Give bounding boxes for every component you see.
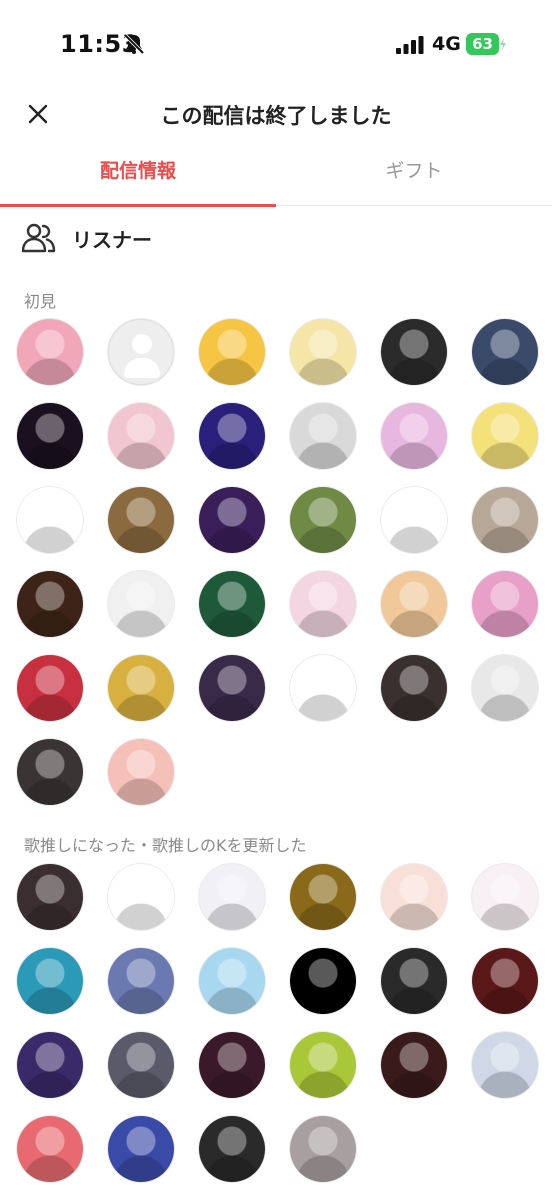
avatar[interactable]: [17, 403, 83, 469]
avatar[interactable]: [381, 487, 447, 553]
avatar[interactable]: [17, 948, 83, 1014]
avatar[interactable]: [381, 864, 447, 930]
avatar[interactable]: [381, 948, 447, 1014]
section-oshi-label: 歌推しになった・歌推しのKを更新した: [24, 836, 307, 855]
avatar[interactable]: [290, 487, 356, 553]
avatar[interactable]: [199, 319, 265, 385]
avatar[interactable]: [17, 864, 83, 930]
avatar[interactable]: [381, 655, 447, 721]
avatar[interactable]: [17, 1116, 83, 1182]
avatar[interactable]: [17, 487, 83, 553]
avatar[interactable]: [290, 1032, 356, 1098]
avatar[interactable]: [108, 864, 174, 930]
signal-bars-icon: [396, 36, 424, 54]
avatar[interactable]: [108, 1116, 174, 1182]
avatar[interactable]: [17, 571, 83, 637]
battery-level: 63: [472, 35, 493, 53]
avatar[interactable]: [17, 1032, 83, 1098]
avatar[interactable]: [108, 571, 174, 637]
avatar[interactable]: [381, 1032, 447, 1098]
status-bar: 11:53 4G 63: [0, 0, 552, 92]
avatar[interactable]: [290, 319, 356, 385]
avatar[interactable]: [199, 1116, 265, 1182]
avatar[interactable]: [290, 571, 356, 637]
avatar[interactable]: [472, 571, 538, 637]
avatar[interactable]: [472, 319, 538, 385]
avatar[interactable]: [108, 403, 174, 469]
avatar[interactable]: [472, 487, 538, 553]
tab-gifts[interactable]: ギフト: [276, 146, 552, 206]
avatar[interactable]: [290, 864, 356, 930]
section-first-time-label: 初見: [24, 292, 57, 311]
avatar[interactable]: [199, 571, 265, 637]
avatar[interactable]: [472, 655, 538, 721]
avatar[interactable]: [199, 864, 265, 930]
battery-charging-icon: 63: [466, 33, 506, 55]
avatar[interactable]: [199, 948, 265, 1014]
avatar[interactable]: [17, 655, 83, 721]
avatar[interactable]: [199, 403, 265, 469]
avatar[interactable]: [108, 739, 174, 805]
avatar[interactable]: [17, 319, 83, 385]
avatar-placeholder[interactable]: [108, 319, 174, 385]
avatar[interactable]: [381, 403, 447, 469]
header: この配信は終了しました: [0, 88, 552, 140]
avatar[interactable]: [290, 948, 356, 1014]
stream-ended-screen: 11:53 4G 63 この配信は終了しました 配信情報 ギフト リスナー 初見…: [0, 0, 552, 1200]
avatar[interactable]: [472, 403, 538, 469]
avatar[interactable]: [472, 1032, 538, 1098]
avatar[interactable]: [472, 864, 538, 930]
avatar[interactable]: [199, 487, 265, 553]
avatar[interactable]: [199, 655, 265, 721]
tab-stream-info[interactable]: 配信情報: [0, 146, 276, 207]
avatar[interactable]: [17, 739, 83, 805]
network-type: 4G: [432, 33, 461, 55]
avatar[interactable]: [290, 655, 356, 721]
avatar[interactable]: [108, 948, 174, 1014]
avatar[interactable]: [290, 403, 356, 469]
people-icon: [22, 223, 56, 253]
avatar[interactable]: [199, 1032, 265, 1098]
avatar[interactable]: [108, 655, 174, 721]
avatar[interactable]: [381, 319, 447, 385]
bell-slash-icon: [123, 33, 145, 55]
avatar[interactable]: [108, 487, 174, 553]
avatar[interactable]: [290, 1116, 356, 1182]
avatar[interactable]: [108, 1032, 174, 1098]
avatar[interactable]: [381, 571, 447, 637]
page-title: この配信は終了しました: [160, 104, 392, 128]
listeners-label: リスナー: [72, 228, 152, 252]
avatar[interactable]: [472, 948, 538, 1014]
tab-bar: 配信情報 ギフト: [0, 146, 552, 207]
